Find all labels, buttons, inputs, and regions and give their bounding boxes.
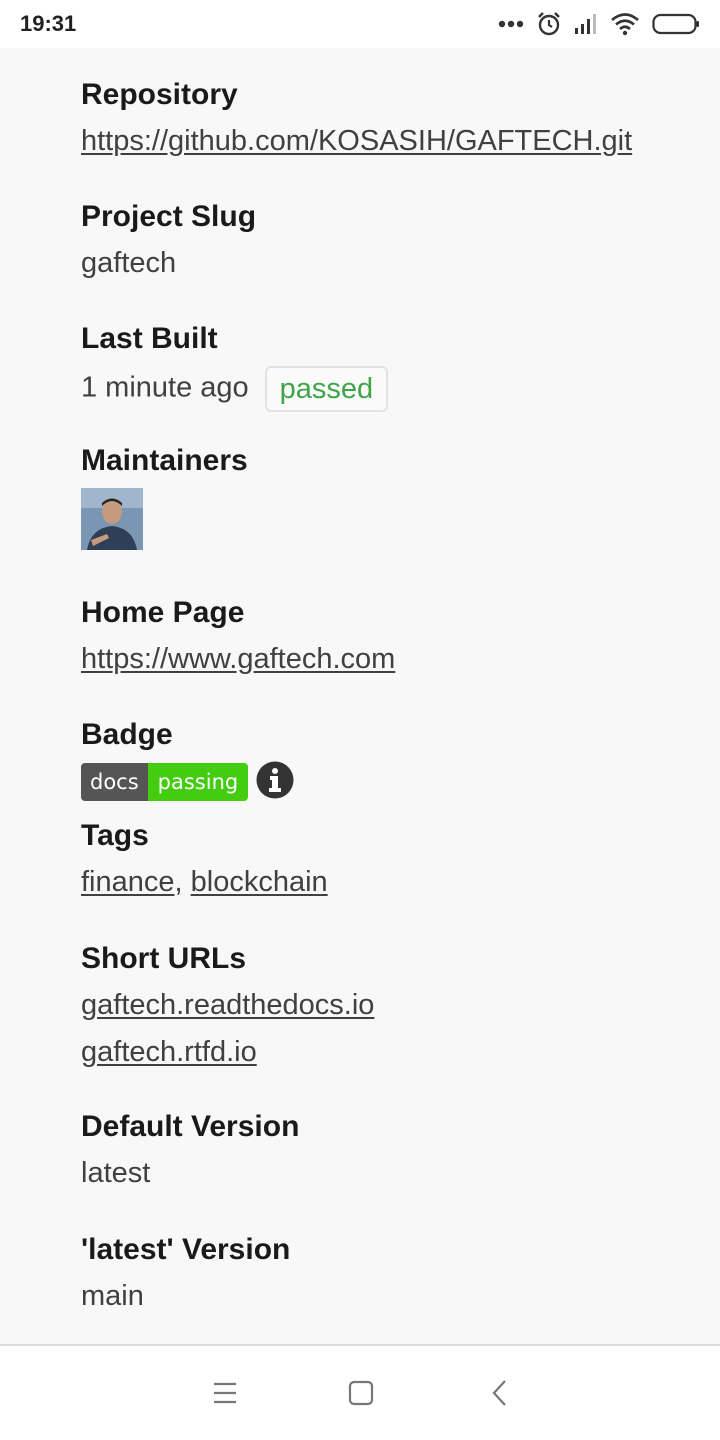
short-urls-section: Short URLs gaftech.readthedocs.io gaftec… xyxy=(81,942,374,1069)
short-url-rtfd[interactable]: gaftech.rtfd.io xyxy=(81,1035,374,1069)
status-icons xyxy=(498,10,700,38)
repository-label: Repository xyxy=(81,78,238,111)
home-page-label: Home Page xyxy=(81,596,245,629)
status-time: 19:31 xyxy=(20,11,77,36)
slug-value: gaftech xyxy=(81,247,177,279)
battery-icon xyxy=(652,13,700,35)
more-dots-icon xyxy=(498,20,524,28)
tag-separator: , xyxy=(174,866,183,898)
project-details: Repository https://github.com/KOSASIH/GA… xyxy=(0,48,720,1344)
last-built-section: Last Built 1 minute ago passed xyxy=(81,322,389,412)
short-urls-label: Short URLs xyxy=(81,942,246,975)
docs-status-badge[interactable]: docs passing xyxy=(81,763,249,801)
info-icon[interactable] xyxy=(256,761,294,804)
latest-version-label: 'latest' Version xyxy=(81,1233,291,1266)
slug-label: Project Slug xyxy=(81,200,257,233)
slug-section: Project Slug gaftech xyxy=(81,200,256,280)
home-page-section: Home Page https://www.gaftech.com xyxy=(81,596,395,676)
wifi-icon xyxy=(610,12,640,36)
tag-link-finance[interactable]: finance xyxy=(81,866,175,898)
tags-label: Tags xyxy=(81,819,149,852)
default-version-section: Default Version latest xyxy=(81,1110,299,1190)
short-url-readthedocs[interactable]: gaftech.readthedocs.io xyxy=(81,988,374,1022)
repository-section: Repository https://github.com/KOSASIH/GA… xyxy=(81,78,632,158)
latest-version-value: main xyxy=(81,1280,144,1312)
last-built-label: Last Built xyxy=(81,322,218,355)
menu-icon[interactable] xyxy=(208,1376,242,1410)
signal-icon xyxy=(574,13,598,35)
maintainers-label: Maintainers xyxy=(81,444,248,477)
maintainers-section: Maintainers xyxy=(81,444,248,550)
repository-link[interactable]: https://github.com/KOSASIH/GAFTECH.git xyxy=(81,125,632,157)
home-square-icon[interactable] xyxy=(344,1376,378,1410)
tag-link-blockchain[interactable]: blockchain xyxy=(191,866,328,898)
default-version-value: latest xyxy=(81,1157,151,1189)
build-status-badge[interactable]: passed xyxy=(264,366,389,412)
status-bar: 19:31 xyxy=(0,0,720,48)
back-icon[interactable] xyxy=(483,1376,517,1410)
latest-version-section: 'latest' Version main xyxy=(81,1233,290,1313)
default-version-label: Default Version xyxy=(81,1110,300,1143)
home-page-link[interactable]: https://www.gaftech.com xyxy=(81,643,395,675)
tags-section: Tags finance, blockchain xyxy=(81,819,328,899)
maintainer-avatar[interactable] xyxy=(81,488,143,550)
docs-badge-right: passing xyxy=(147,763,249,801)
badge-label: Badge xyxy=(81,718,173,751)
docs-badge-left: docs xyxy=(81,763,148,801)
badge-section: Badge docs passing xyxy=(81,718,294,802)
last-built-time: 1 minute ago xyxy=(81,371,249,404)
alarm-icon xyxy=(536,11,562,37)
system-nav-bar xyxy=(0,1346,720,1440)
